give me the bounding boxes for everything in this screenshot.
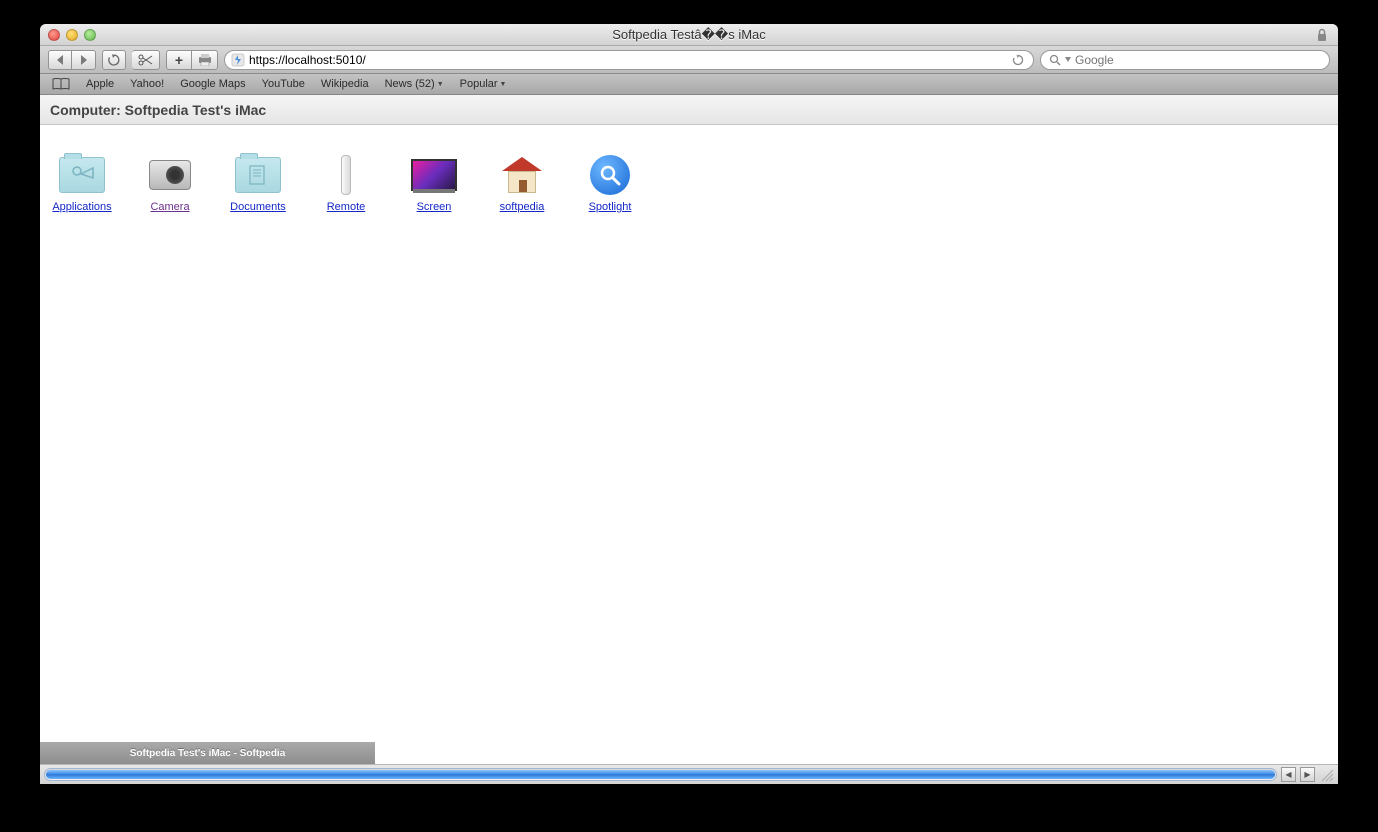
- bookmarks-bar: Apple Yahoo! Google Maps YouTube Wikiped…: [40, 74, 1338, 95]
- grid-item-screen[interactable]: Screen: [402, 155, 466, 213]
- grid-label[interactable]: Spotlight: [589, 201, 632, 213]
- scissors-button[interactable]: [132, 50, 160, 70]
- grid-label[interactable]: Documents: [230, 201, 286, 213]
- browser-tab[interactable]: Softpedia Test's iMac - Softpedia: [40, 742, 375, 764]
- grid-item-documents[interactable]: Documents: [226, 155, 290, 213]
- page-content: Applications Camera Documents Remote Scr…: [40, 125, 1338, 784]
- icon-grid: Applications Camera Documents Remote Scr…: [40, 125, 1338, 243]
- traffic-lights: [40, 29, 96, 41]
- search-icon: [1049, 54, 1061, 66]
- site-icon: [231, 53, 245, 67]
- folder-icon: [234, 155, 282, 195]
- forward-icon: [80, 55, 88, 65]
- bottom-bar: ◀ ▶: [40, 764, 1338, 784]
- scissors-icon: [138, 54, 154, 66]
- resize-handle[interactable]: [1319, 767, 1334, 782]
- bookmarks-icon[interactable]: [52, 78, 70, 90]
- address-bar[interactable]: [224, 50, 1034, 70]
- titlebar: Softpedia Testâ��s iMac: [40, 24, 1338, 46]
- bookmark-google-maps[interactable]: Google Maps: [180, 78, 245, 90]
- chevron-down-icon: ▼: [500, 81, 507, 88]
- grid-label[interactable]: Screen: [417, 201, 452, 213]
- grid-item-softpedia[interactable]: softpedia: [490, 155, 554, 213]
- zoom-button[interactable]: [84, 29, 96, 41]
- search-input[interactable]: [1075, 53, 1321, 67]
- page-title: Computer: Softpedia Test's iMac: [50, 102, 266, 118]
- grid-label[interactable]: Applications: [52, 201, 111, 213]
- horizontal-scrollbar[interactable]: [44, 768, 1277, 781]
- scroll-left-button[interactable]: ◀: [1281, 767, 1296, 782]
- grid-label[interactable]: Camera: [150, 201, 189, 213]
- screen-icon: [410, 155, 458, 195]
- add-bookmark-button[interactable]: +: [166, 50, 192, 70]
- grid-item-applications[interactable]: Applications: [50, 155, 114, 213]
- bookmark-apple[interactable]: Apple: [86, 78, 114, 90]
- minimize-button[interactable]: [66, 29, 78, 41]
- forward-button[interactable]: [72, 50, 96, 70]
- grid-item-spotlight[interactable]: Spotlight: [578, 155, 642, 213]
- grid-label[interactable]: Remote: [327, 201, 366, 213]
- bookmark-yahoo[interactable]: Yahoo!: [130, 78, 164, 90]
- search-bar[interactable]: [1040, 50, 1330, 70]
- remote-icon: [322, 155, 370, 195]
- close-button[interactable]: [48, 29, 60, 41]
- spotlight-icon: [586, 155, 634, 195]
- home-icon: [498, 155, 546, 195]
- tab-title: Softpedia Test's iMac - Softpedia: [130, 748, 286, 759]
- bookmark-wikipedia[interactable]: Wikipedia: [321, 78, 369, 90]
- back-button[interactable]: [48, 50, 72, 70]
- grid-item-remote[interactable]: Remote: [314, 155, 378, 213]
- reload-inline-button[interactable]: [1009, 51, 1027, 69]
- printer-icon: [198, 54, 212, 66]
- reload-inline-icon: [1012, 54, 1024, 66]
- reload-icon: [108, 54, 120, 66]
- folder-icon: [58, 155, 106, 195]
- scrollbar-thumb[interactable]: [46, 770, 1275, 779]
- url-input[interactable]: [249, 53, 1005, 67]
- camera-icon: [146, 155, 194, 195]
- bookmark-news[interactable]: News (52)▼: [385, 78, 444, 90]
- bookmark-popular[interactable]: Popular▼: [460, 78, 507, 90]
- toolbar: +: [40, 46, 1338, 74]
- reload-button[interactable]: [102, 50, 126, 70]
- grid-label[interactable]: softpedia: [500, 201, 545, 213]
- back-icon: [56, 55, 64, 65]
- search-dropdown-icon[interactable]: [1065, 57, 1071, 63]
- grid-item-camera[interactable]: Camera: [138, 155, 202, 213]
- lock-icon: [1316, 28, 1328, 42]
- browser-window: Softpedia Testâ��s iMac +: [40, 24, 1338, 784]
- bookmark-youtube[interactable]: YouTube: [262, 78, 305, 90]
- window-title: Softpedia Testâ��s iMac: [40, 27, 1338, 43]
- scroll-right-button[interactable]: ▶: [1300, 767, 1315, 782]
- chevron-down-icon: ▼: [437, 81, 444, 88]
- page-header: Computer: Softpedia Test's iMac: [40, 95, 1338, 125]
- print-button[interactable]: [192, 50, 218, 70]
